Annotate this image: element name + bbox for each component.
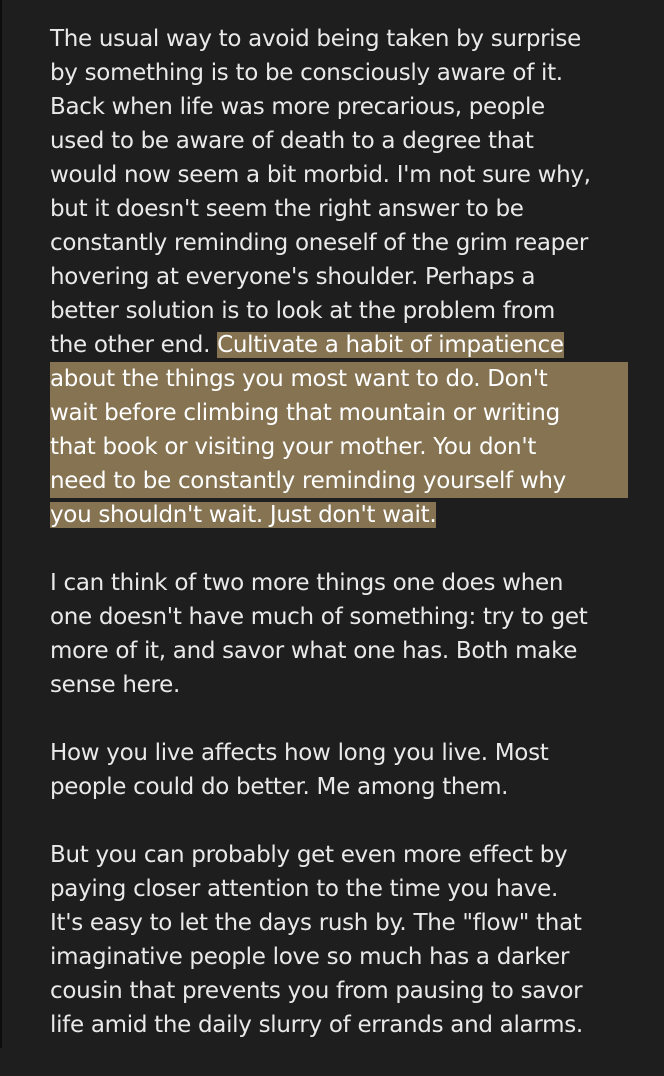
text-selection[interactable]: that book or visiting your mother. You d…: [50, 430, 628, 464]
text-line: constantly reminding oneself of the grim…: [50, 230, 588, 256]
text-line: better solution is to look at the proble…: [50, 298, 556, 324]
text-line: that book or visiting your mother. You d…: [50, 430, 650, 464]
text-line: one doesn't have much of something: try …: [50, 604, 588, 630]
text-line: wait before climbing that mountain or wr…: [50, 396, 650, 430]
text-line: paying closer attention to the time you …: [50, 876, 558, 902]
text-line: need to be constantly reminding yourself…: [50, 464, 650, 498]
text-line: used to be aware of death to a degree th…: [50, 128, 534, 154]
text-line: I can think of two more things one does …: [50, 570, 564, 596]
text-selection-end[interactable]: you shouldn't wait. Just don't wait.: [50, 502, 437, 528]
text-line: hovering at everyone's shoulder. Perhaps…: [50, 264, 536, 290]
text-line-mixed: the other end. Cultivate a habit of impa…: [50, 328, 650, 362]
paragraph-4: But you can probably get even more effec…: [50, 838, 650, 1042]
text-line: cousin that prevents you from pausing to…: [50, 978, 583, 1004]
text-line: It's easy to let the days rush by. The "…: [50, 910, 582, 936]
text-line: How you live affects how long you live. …: [50, 740, 549, 766]
text-line: imaginative people love so much has a da…: [50, 944, 570, 970]
paragraph-1: The usual way to avoid being taken by su…: [50, 22, 650, 532]
text-line: you shouldn't wait. Just don't wait.: [50, 498, 650, 532]
text-selection[interactable]: need to be constantly reminding yourself…: [50, 464, 628, 498]
text-line: Back when life was more precarious, peop…: [50, 94, 545, 120]
text-line: by something is to be consciously aware …: [50, 60, 563, 86]
text-line: would now seem a bit morbid. I'm not sur…: [50, 162, 591, 188]
text-line: more of it, and savor what one has. Both…: [50, 638, 578, 664]
article-body: The usual way to avoid being taken by su…: [50, 22, 650, 1076]
text-segment: the other end.: [50, 332, 218, 358]
text-line: about the things you most want to do. Do…: [50, 362, 650, 396]
text-line: life amid the daily slurry of errands an…: [50, 1012, 583, 1038]
text-line: But you can probably get even more effec…: [50, 842, 568, 868]
text-selection[interactable]: about the things you most want to do. Do…: [50, 362, 628, 396]
text-selection[interactable]: wait before climbing that mountain or wr…: [50, 396, 628, 430]
text-line: people could do better. Me among them.: [50, 774, 509, 800]
text-selection-start[interactable]: Cultivate a habit of impatience: [217, 332, 564, 358]
paragraph-3: How you live affects how long you live. …: [50, 736, 650, 804]
text-line: sense here.: [50, 672, 180, 698]
text-line: but it doesn't seem the right answer to …: [50, 196, 524, 222]
text-line: The usual way to avoid being taken by su…: [50, 26, 581, 52]
paragraph-2: I can think of two more things one does …: [50, 566, 650, 702]
window-edge: [0, 0, 2, 1048]
